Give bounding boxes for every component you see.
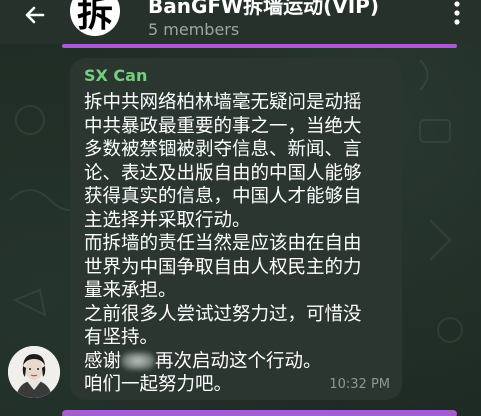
more-menu-button[interactable]: [447, 0, 467, 28]
message-time: 10:32 PM: [329, 377, 390, 392]
thanks-prefix: 感谢: [84, 350, 122, 372]
message-line: 主选择并采取行动。: [84, 209, 251, 231]
message-line: 量来承担。: [84, 280, 177, 301]
next-message-edge: [62, 410, 457, 416]
back-button[interactable]: [18, 0, 52, 30]
chat-header: 拆 BanGFW拆墙运动(VIP) 5 members: [0, 0, 481, 44]
message-line-thanks: 感谢 再次启动这个行动。: [84, 350, 388, 374]
message-text: 拆中共网络柏林墙毫无疑问是动摇 中共暴政最重要的事之一，当绝大 多数被禁锢被剥夺…: [84, 91, 388, 397]
chat-title-block[interactable]: BanGFW拆墙运动(VIP) 5 members: [148, 0, 379, 39]
group-avatar[interactable]: 拆: [70, 0, 120, 36]
group-avatar-char: 拆: [76, 0, 113, 35]
sender-portrait-image: [8, 346, 60, 398]
message-line: 之前很多人尝试过努力过，可惜没: [84, 303, 362, 325]
message-line: 中共暴政最重要的事之一，当绝大: [84, 115, 362, 137]
member-count: 5 members: [148, 20, 240, 39]
message-line: 而拆墙的责任当然是应该由在自由: [84, 233, 362, 254]
message-line: 有坚持。: [84, 327, 159, 348]
more-vertical-icon: [454, 1, 460, 25]
message-line: 拆中共网络柏林墙毫无疑问是动摇: [84, 92, 362, 113]
message-line: 获得真实的信息，中国人才能够自: [84, 186, 362, 207]
group-title: BanGFW拆墙运动(VIP): [148, 0, 379, 18]
message-line: 世界为中国争取自由人权民主的力: [84, 256, 362, 278]
previous-message-edge: [62, 44, 457, 48]
blurred-name: [121, 351, 156, 370]
thanks-suffix: 再次启动这个行动。: [155, 350, 322, 372]
back-arrow-icon: [25, 6, 45, 24]
message-line: 论、表达及出版自由的中国人能够: [84, 162, 362, 184]
message-bubble[interactable]: SX Can 拆中共网络柏林墙毫无疑问是动摇 中共暴政最重要的事之一，当绝大 多…: [70, 58, 402, 400]
sender-name[interactable]: SX Can: [84, 66, 388, 85]
message-line: 多数被禁锢被剥夺信息、新闻、言: [84, 139, 362, 160]
sender-avatar[interactable]: [8, 346, 60, 398]
chat-screen: 拆 BanGFW拆墙运动(VIP) 5 members SX Can 拆中共网络…: [0, 0, 481, 416]
